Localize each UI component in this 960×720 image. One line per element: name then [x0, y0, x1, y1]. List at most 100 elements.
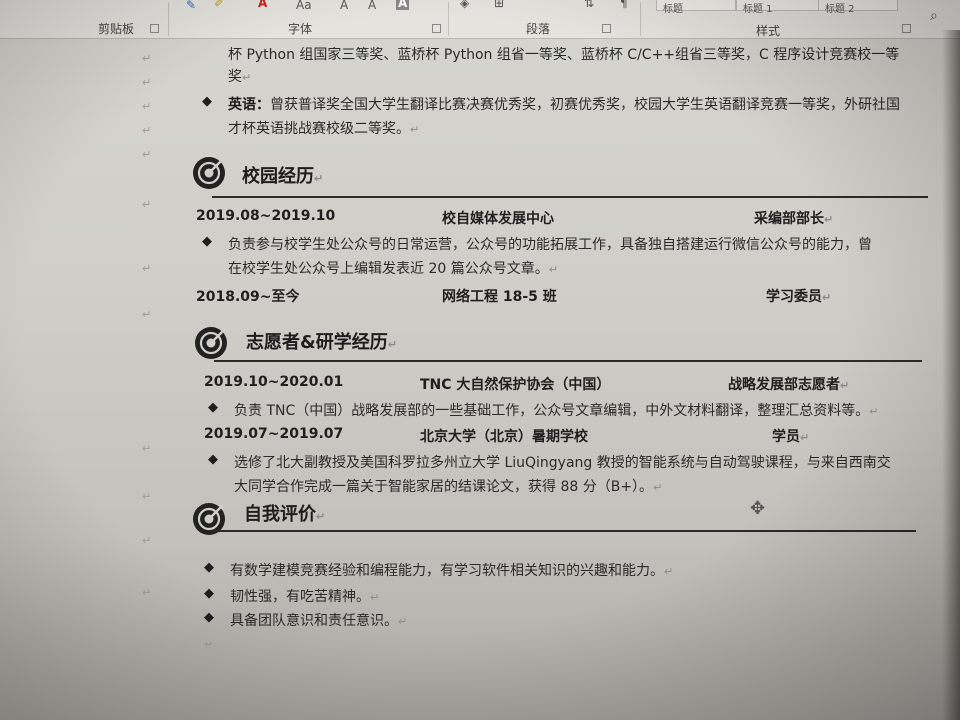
volunteer-entry-1-desc-text: 负责 TNC（中国）战略发展部的一些基础工作，公众号文章编辑，中外文材料翻译，整… — [234, 403, 870, 419]
paragraph-mark: ↵ — [370, 591, 380, 604]
volunteer-entry-2-role: 学员↵ — [772, 426, 809, 446]
section-heading-campus: 校园经历↵ — [242, 162, 323, 188]
paragraph-group-label: 段落 — [526, 22, 551, 36]
paragraph-mark: ↵ — [398, 615, 408, 628]
volunteer-entry-2-date: 2019.07~2019.07 — [204, 426, 344, 442]
english-label: 英语： — [228, 97, 270, 113]
award-line: 杯 Python 组国家三等奖、蓝桥杯 Python 组省一等奖、蓝桥杯 C/C… — [228, 44, 899, 64]
english-award-text-line1: 曾获普译奖全国大学生翻译比赛决赛优秀奖，初赛优秀奖，校园大学生英语翻译竞赛一等奖… — [270, 97, 900, 113]
bullet-icon: ◆ — [204, 610, 214, 625]
section-heading-self-eval: 自我评价↵ — [244, 500, 325, 526]
campus-heading-text: 校园经历 — [242, 166, 314, 187]
paragraph-mark: ↵ — [822, 291, 832, 304]
line-mark: ↵ — [142, 534, 152, 547]
paragraph-launcher-icon[interactable] — [602, 24, 611, 33]
volunteer-entry-1-role-text: 战略发展部志愿者 — [728, 377, 840, 393]
sort-icon[interactable]: ⇅ — [584, 0, 594, 10]
target-icon — [193, 157, 225, 189]
screen: 剪贴板 ✎ ✐ A Aa A A A 字体 ◈ ⊞ ⇅ ¶ 段落 标题 标题 1… — [0, 0, 960, 720]
paragraph-mark: ↵ — [869, 405, 879, 418]
english-award-text-line2: 才杯英语挑战赛校级二等奖。 — [228, 121, 410, 137]
volunteer-entry-1-date: 2019.10~2020.01 — [204, 374, 344, 390]
campus-entry-2-org: 网络工程 18-5 班 — [442, 289, 557, 305]
line-mark: ↵ — [142, 52, 152, 65]
campus-entry-1-desc: 负责参与校学生处公众号的日常运营，公众号的功能拓展工作，具备独自搭建运行微信公众… — [228, 237, 872, 253]
bullet-icon: ◆ — [202, 94, 212, 109]
style-heading-1[interactable]: 标题 1 — [736, 0, 824, 15]
paragraph-mark: ↵ — [314, 172, 324, 185]
line-mark: ↵ — [142, 124, 152, 137]
styles-launcher-icon[interactable] — [902, 24, 911, 33]
section-rule — [214, 530, 916, 532]
shading-icon[interactable]: ◈ — [460, 0, 469, 10]
screen-edge-shadow — [942, 30, 960, 720]
campus-entry-2-role: 学习委员↵ — [766, 286, 831, 306]
bullet-icon: ◆ — [204, 560, 214, 575]
clipboard-group-label: 剪贴板 — [98, 22, 135, 36]
show-marks-icon[interactable]: ¶ — [620, 0, 628, 10]
bullet-icon: ◆ — [208, 400, 218, 415]
ribbon-separator — [640, 2, 641, 36]
paragraph-mark: ↵ — [548, 263, 558, 276]
line-mark: ↵ — [142, 490, 152, 503]
change-case-button[interactable]: Aa — [296, 0, 312, 12]
borders-icon[interactable]: ⊞ — [494, 0, 504, 10]
line-mark: ↵ — [142, 442, 152, 455]
self-eval-item-2: 韧性强，有吃苦精神。 — [230, 589, 370, 605]
volunteer-entry-2-desc-text2: 大同学合作完成一篇关于智能家居的结课论文，获得 88 分（B+）。 — [234, 479, 654, 495]
paragraph-mark: ↵ — [410, 123, 420, 136]
find-icon[interactable]: ⌕ — [930, 8, 938, 24]
bullet-icon: ◆ — [202, 234, 212, 249]
empty-paragraph-mark: ↵ — [204, 638, 214, 651]
self-eval-item: 具备团队意识和责任意识。↵ — [230, 610, 407, 630]
volunteer-entry-1-role: 战略发展部志愿者↵ — [728, 374, 849, 394]
campus-entry-1-desc-line2: 在校学生处公众号上编辑发表近 20 篇公众号文章。↵ — [228, 258, 558, 278]
self-eval-item: 韧性强，有吃苦精神。↵ — [230, 586, 379, 606]
self-eval-item-3: 具备团队意识和责任意识。 — [230, 613, 398, 629]
award-line: 奖↵ — [228, 66, 251, 86]
self-eval-heading-text: 自我评价 — [244, 504, 316, 525]
award-text-line2: 奖 — [228, 69, 242, 85]
styles-group-label: 样式 — [756, 24, 781, 38]
english-award-line: 英语：曾获普译奖全国大学生翻译比赛决赛优秀奖，初赛优秀奖，校园大学生英语翻译竞赛… — [228, 94, 900, 114]
paragraph-mark: ↵ — [664, 565, 674, 578]
target-icon — [195, 327, 227, 359]
campus-entry-1-desc-text2: 在校学生处公众号上编辑发表近 20 篇公众号文章。 — [228, 261, 549, 277]
line-mark: ↵ — [142, 198, 152, 211]
self-eval-item-1: 有数学建模竞赛经验和编程能力，有学习软件相关知识的兴趣和能力。 — [230, 563, 664, 579]
volunteer-entry-1-org: TNC 大自然保护协会（中国） — [420, 377, 611, 393]
section-rule — [212, 196, 928, 198]
ribbon-separator — [168, 2, 169, 36]
campus-entry-1-date: 2019.08~2019.10 — [196, 208, 336, 224]
shrink-font-button[interactable]: A — [368, 0, 376, 12]
highlight-icon[interactable]: ✐ — [214, 0, 224, 10]
volunteer-entry-1-desc: 负责 TNC（中国）战略发展部的一些基础工作，公众号文章编辑，中外文材料翻译，整… — [234, 400, 878, 420]
line-mark: ↵ — [142, 148, 152, 161]
ribbon: 剪贴板 ✎ ✐ A Aa A A A 字体 ◈ ⊞ ⇅ ¶ 段落 标题 标题 1… — [0, 0, 960, 39]
clipboard-launcher-icon[interactable] — [150, 24, 159, 33]
document-page[interactable]: ↵ ↵ ↵ ↵ ↵ ↵ ↵ ↵ ↵ ↵ ↵ ↵ 杯 Python 组国家三等奖、… — [120, 38, 960, 720]
bullet-icon: ◆ — [204, 586, 214, 601]
campus-entry-2-date: 2018.09~至今 — [196, 289, 300, 305]
volunteer-entry-2-desc: 选修了北大副教授及美国科罗拉多州立大学 LiuQingyang 教授的智能系统与… — [234, 455, 891, 471]
volunteer-entry-2-role-text: 学员 — [772, 429, 800, 445]
paragraph-mark: ↵ — [824, 213, 834, 226]
volunteer-heading-text: 志愿者&研学经历 — [246, 332, 388, 353]
grow-font-button[interactable]: A — [340, 0, 348, 12]
style-normal[interactable]: 标题 — [656, 0, 736, 15]
bullet-icon: ◆ — [208, 452, 218, 467]
move-cursor-icon: ✥ — [750, 498, 766, 519]
format-painter-icon[interactable]: ✎ — [186, 0, 196, 12]
paragraph-mark: ↵ — [242, 71, 252, 84]
font-launcher-icon[interactable] — [432, 24, 441, 33]
campus-entry-1-org: 校自媒体发展中心 — [442, 211, 554, 227]
line-mark: ↵ — [142, 100, 152, 113]
font-color-icon[interactable]: A — [258, 0, 267, 10]
section-heading-volunteer: 志愿者&研学经历↵ — [246, 328, 397, 354]
text-effects-icon[interactable]: A — [396, 0, 410, 10]
english-award-line: 才杯英语挑战赛校级二等奖。↵ — [228, 118, 419, 138]
paragraph-mark: ↵ — [653, 481, 663, 494]
line-mark: ↵ — [142, 308, 152, 321]
style-heading-2[interactable]: 标题 2 — [818, 0, 898, 15]
campus-entry-2-role-text: 学习委员 — [766, 289, 822, 305]
